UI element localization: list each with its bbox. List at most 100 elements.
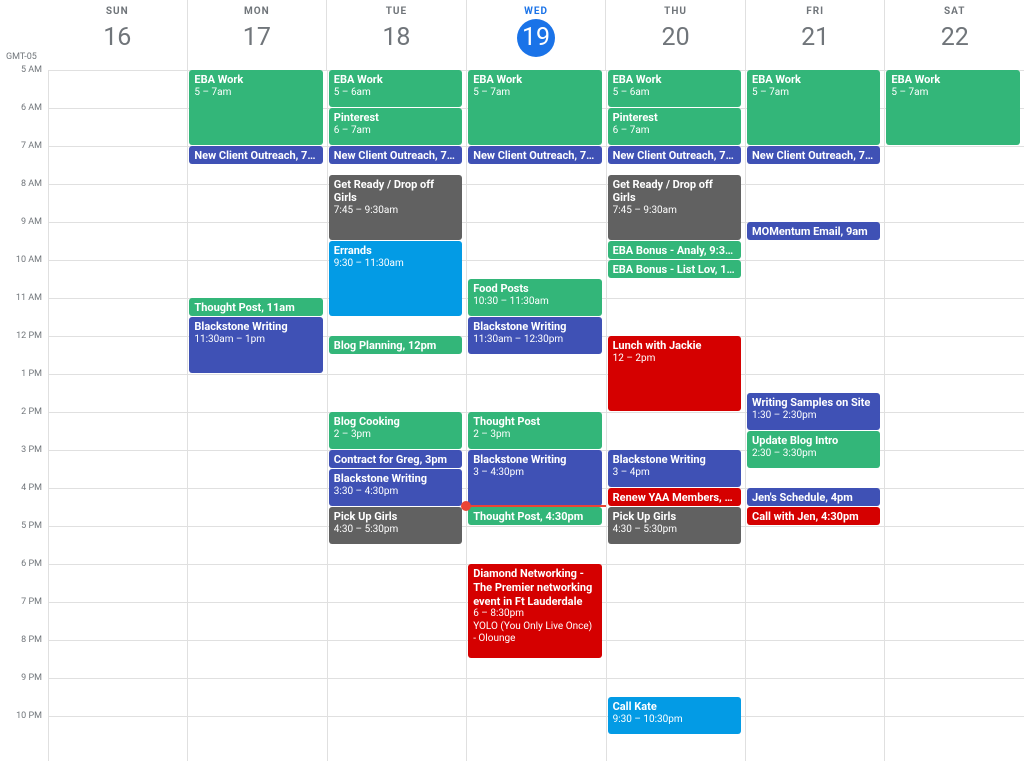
calendar-event[interactable]: Blackstone Writing3 – 4:30pm	[468, 450, 601, 506]
calendar-event[interactable]: New Client Outreach, 7am	[608, 146, 741, 164]
calendar-event[interactable]: EBA Work5 – 6am	[329, 70, 462, 107]
event-time: 7:45 – 9:30am	[613, 205, 736, 218]
event-time: 7:45 – 9:30am	[334, 205, 457, 218]
time-label: 7 PM	[21, 597, 42, 607]
event-title: EBA Bonus - List Lov, 10am	[613, 263, 741, 276]
day-number[interactable]: 20	[657, 19, 695, 57]
calendar-event[interactable]: Diamond Networking - The Premier network…	[468, 564, 601, 658]
calendar-event[interactable]: Thought Post, 4:30pm	[468, 507, 601, 525]
event-title: Pick Up Girls	[613, 510, 677, 523]
event-time: 11:30am – 12:30pm	[473, 334, 596, 347]
calendar-event[interactable]: Blackstone Writing11:30am – 12:30pm	[468, 317, 601, 354]
day-number[interactable]: 16	[98, 19, 136, 57]
calendar-event[interactable]: Pinterest6 – 7am	[329, 108, 462, 145]
day-number[interactable]: 22	[936, 19, 974, 57]
time-label: 10 AM	[16, 255, 42, 265]
day-abbr: SUN	[48, 6, 187, 17]
event-time: 11:30am – 1pm	[194, 334, 317, 347]
calendar-event[interactable]: Blog Planning, 12pm	[329, 336, 462, 354]
day-abbr: THU	[606, 6, 745, 17]
event-title: Pinterest	[334, 111, 379, 124]
day-header[interactable]: SUN 16	[48, 0, 187, 70]
day-header[interactable]: WED19	[466, 0, 606, 70]
calendar-event[interactable]: Call with Jen, 4:30pm	[747, 507, 880, 525]
calendar-event[interactable]: MOMentum Email, 9am	[747, 222, 880, 240]
calendar-event[interactable]: Call Kate9:30 – 10:30pm	[608, 697, 741, 734]
calendar-event[interactable]: Errands9:30 – 11:30am	[329, 241, 462, 316]
calendar-event[interactable]: Blackstone Writing11:30am – 1pm	[189, 317, 322, 373]
calendar-event[interactable]: Jen's Schedule, 4pm	[747, 488, 880, 506]
calendar-event[interactable]: New Client Outreach, 7am	[468, 146, 601, 164]
event-title: New Client Outreach, 7am	[194, 149, 322, 162]
day-header[interactable]: FRI21	[745, 0, 885, 70]
day-number[interactable]: 18	[377, 19, 415, 57]
calendar-event[interactable]: EBA Work5 – 6am	[608, 70, 741, 107]
calendar-event[interactable]: New Client Outreach, 7am	[189, 146, 322, 164]
calendar-event[interactable]: EBA Bonus - List Lov, 10am	[608, 260, 741, 278]
calendar-event[interactable]: Update Blog Intro2:30 – 3:30pm	[747, 431, 880, 468]
calendar-event[interactable]: Thought Post, 11am	[189, 298, 322, 316]
day-column[interactable]	[884, 70, 1023, 761]
day-column[interactable]	[187, 70, 326, 761]
calendar-event[interactable]: EBA Bonus - Analy, 9:30am	[608, 241, 741, 259]
calendar-grid[interactable]: EBA Work5 – 7amNew Client Outreach, 7amT…	[48, 70, 1024, 761]
day-abbr: SAT	[885, 6, 1024, 17]
event-title: Get Ready / Drop off Girls	[334, 178, 434, 205]
day-number[interactable]: 19	[517, 19, 555, 57]
day-header[interactable]: THU 20	[605, 0, 745, 70]
calendar-event[interactable]: Blackstone Writing3:30 – 4:30pm	[329, 469, 462, 506]
event-title: Thought Post, 4:30pm	[473, 510, 583, 523]
event-time: 4:30 – 5:30pm	[613, 524, 736, 537]
event-title: Pinterest	[613, 111, 658, 124]
calendar-event[interactable]: Blackstone Writing3 – 4pm	[608, 450, 741, 487]
event-title: Blackstone Writing	[334, 472, 427, 485]
calendar-event[interactable]: EBA Work5 – 7am	[468, 70, 601, 145]
calendar-event[interactable]: Pinterest6 – 7am	[608, 108, 741, 145]
day-header[interactable]: MON17	[187, 0, 327, 70]
calendar-event[interactable]: New Client Outreach, 7am	[747, 146, 880, 164]
time-label: 5 PM	[21, 521, 42, 531]
calendar-event[interactable]: Contract for Greg, 3pm	[329, 450, 462, 468]
calendar-event[interactable]: Food Posts10:30 – 11:30am	[468, 279, 601, 316]
day-header[interactable]: TUE18	[326, 0, 466, 70]
event-title: Blackstone Writing	[473, 453, 566, 466]
calendar-event[interactable]: Get Ready / Drop off Girls7:45 – 9:30am	[329, 175, 462, 241]
event-title: Jen's Schedule, 4pm	[752, 491, 853, 504]
event-time: 3 – 4:30pm	[473, 467, 596, 480]
calendar-event[interactable]: Get Ready / Drop off Girls7:45 – 9:30am	[608, 175, 741, 241]
calendar-event[interactable]: Blog Cooking2 – 3pm	[329, 412, 462, 449]
event-title: Diamond Networking - The Premier network…	[473, 567, 592, 608]
calendar-header-row: SUN 16 MON17TUE18WED19THU 20 FRI21SAT 22	[48, 0, 1024, 70]
calendar-event[interactable]: Renew YAA Members, 4pm	[608, 488, 741, 506]
event-title: EBA Work	[752, 73, 801, 86]
calendar-event[interactable]: Pick Up Girls4:30 – 5:30pm	[329, 507, 462, 544]
time-label: 9 AM	[21, 217, 42, 227]
calendar-week-view: GMT-05 SUN16MON17TUE18WED19THU20FRI21SAT…	[0, 0, 1024, 761]
event-time: 12 – 2pm	[613, 353, 736, 366]
time-label: 8 PM	[21, 635, 42, 645]
event-title: New Client Outreach, 7am	[613, 149, 741, 162]
calendar-event[interactable]: EBA Work5 – 7am	[886, 70, 1019, 145]
day-number[interactable]: 17	[238, 19, 276, 57]
calendar-event[interactable]: Lunch with Jackie12 – 2pm	[608, 336, 741, 411]
event-title: Thought Post, 11am	[194, 301, 294, 314]
day-header[interactable]: SAT 22	[884, 0, 1024, 70]
day-number[interactable]: 21	[796, 19, 834, 57]
calendar-event[interactable]: EBA Work5 – 7am	[747, 70, 880, 145]
time-label: 8 AM	[21, 179, 42, 189]
event-time: 5 – 7am	[473, 87, 596, 100]
calendar-event[interactable]: New Client Outreach, 7am	[329, 146, 462, 164]
time-label: 9 PM	[21, 673, 42, 683]
event-title: New Client Outreach, 7am	[752, 149, 880, 162]
event-title: Writing Samples on Site	[752, 396, 870, 409]
calendar-event[interactable]: Writing Samples on Site1:30 – 2:30pm	[747, 393, 880, 430]
now-indicator	[466, 505, 605, 507]
calendar-event[interactable]: EBA Work5 – 7am	[189, 70, 322, 145]
event-title: Blackstone Writing	[613, 453, 706, 466]
day-column[interactable]	[606, 70, 745, 761]
day-column[interactable]	[48, 70, 187, 761]
calendar-event[interactable]: Pick Up Girls4:30 – 5:30pm	[608, 507, 741, 544]
calendar-event[interactable]: Thought Post2 – 3pm	[468, 412, 601, 449]
time-label: 7 AM	[21, 141, 42, 151]
event-title: EBA Work	[194, 73, 243, 86]
